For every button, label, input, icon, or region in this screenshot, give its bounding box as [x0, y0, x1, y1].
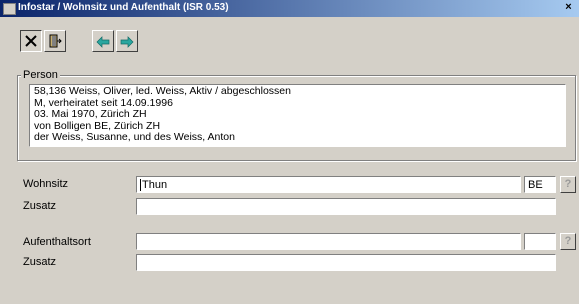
aufenthaltsort-input[interactable] [136, 233, 521, 250]
aufenthaltsort-label: Aufenthaltsort [23, 236, 91, 248]
wohnsitz-value: Thun [142, 179, 168, 191]
person-details: 58,136 Weiss, Oliver, led. Weiss, Aktiv … [29, 84, 566, 147]
close-icon [25, 35, 37, 47]
window-title: Infostar / Wohnsitz und Aufenthalt (ISR … [18, 2, 229, 13]
aufenthaltsort-canton-input[interactable] [524, 233, 556, 250]
wohnsitz-label: Wohnsitz [23, 178, 69, 190]
aufenthaltsort-help-button[interactable]: ? [560, 233, 576, 250]
window-close-button[interactable]: × [562, 1, 575, 14]
close-record-button[interactable] [20, 30, 42, 52]
person-group-label: Person [21, 69, 60, 81]
wohnsitz-zusatz-input[interactable] [136, 198, 556, 215]
wohnsitz-zusatz-label: Zusatz [23, 200, 57, 212]
person-line: der Weiss, Susanne, und des Weiss, Anton [34, 131, 235, 143]
exit-button[interactable] [44, 30, 66, 52]
wohnsitz-help-button[interactable]: ? [560, 176, 576, 193]
title-bar: Infostar / Wohnsitz und Aufenthalt (ISR … [0, 0, 579, 17]
wohnsitz-canton-input[interactable]: BE [524, 176, 556, 193]
exit-door-icon [49, 34, 62, 48]
forward-button[interactable] [116, 30, 138, 52]
person-line: 58,136 Weiss, Oliver, led. Weiss, Aktiv … [34, 85, 291, 97]
back-button[interactable] [92, 30, 114, 52]
aufenthalt-zusatz-input[interactable] [136, 254, 556, 271]
app-icon [3, 3, 16, 15]
toolbar [20, 30, 140, 56]
person-line: 03. Mai 1970, Zürich ZH [34, 108, 147, 120]
arrow-left-icon [96, 36, 110, 48]
wohnsitz-input[interactable]: Thun [136, 176, 521, 193]
aufenthalt-zusatz-label: Zusatz [23, 256, 57, 268]
arrow-right-icon [120, 36, 134, 48]
